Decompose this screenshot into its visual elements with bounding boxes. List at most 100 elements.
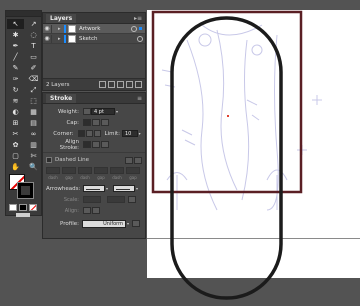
round-cap-button[interactable] [92,119,100,126]
layer-name[interactable]: Sketch [79,36,137,42]
gradient-button[interactable] [19,204,27,211]
symbol-sprayer-tool[interactable]: ✿ [7,140,24,150]
start-scale-input[interactable] [83,196,101,203]
free-transform-tool[interactable]: ⬚ [25,96,42,106]
sketch-artwork [161,24,322,211]
rotate-tool[interactable]: ↻ [7,85,24,95]
lasso-tool[interactable]: ◌ [25,30,42,40]
align-stroke-label: Align Stroke: [59,138,79,151]
arrow-tip-beyond-button[interactable] [83,207,91,214]
magic-wand-tool[interactable]: ✱ [7,30,24,40]
dash-align-button[interactable] [134,156,142,164]
visibility-eye-icon[interactable]: ◉ [43,25,51,33]
profile-dropdown-icon[interactable]: ▾ [127,221,131,226]
layer-row-sketch[interactable]: ◉ ▸ Sketch [43,34,145,44]
column-graph-tool[interactable]: ▥ [25,140,42,150]
stroke-tab[interactable]: Stroke [46,93,77,103]
pencil-tool[interactable]: ✐ [25,63,42,73]
weight-stepper[interactable] [83,108,91,115]
slice-tool[interactable]: ✄ [25,151,42,161]
screen-mode-button[interactable] [16,213,30,217]
scale-tool[interactable]: ⤢ [25,85,42,95]
layer-row-artwork[interactable]: ◉ ▸ Artwork [43,24,145,34]
eraser-tool[interactable]: ⌫ [25,74,42,84]
layer-name[interactable]: Artwork [79,26,131,32]
weight-dropdown-icon[interactable]: ▾ [116,109,120,114]
create-sublayer-button[interactable] [117,81,124,88]
artboard-tool[interactable]: ▢ [7,151,24,161]
gap-field[interactable]: gap [126,167,140,180]
dropdown-icon[interactable]: ▾ [106,186,110,191]
align-inside-button[interactable] [92,141,100,148]
layers-panel-menu-icon[interactable]: ▸≡ [134,15,142,22]
align-outside-button[interactable] [101,141,109,148]
projecting-cap-button[interactable] [101,119,109,126]
lock-toggle[interactable] [51,34,58,43]
dash-field[interactable]: dash [46,167,60,180]
rectangle-tool[interactable]: ▭ [25,52,42,62]
direct-selection-tool[interactable]: ↗ [25,19,42,29]
target-circle-icon[interactable] [131,25,137,32]
locate-object-button[interactable] [99,81,106,88]
mesh-tool[interactable]: ⊞ [7,118,24,128]
capsule-shape[interactable] [170,16,283,300]
none-button[interactable] [29,204,37,211]
stroke-panel-menu-icon[interactable]: ≡ [137,95,142,102]
profile-select[interactable]: Uniform [82,219,126,228]
selection-tool[interactable]: ↖ [7,19,24,29]
align-center-button[interactable] [83,141,91,148]
gap-field[interactable]: gap [94,167,108,180]
zoom-tool[interactable]: 🔍 [25,162,42,172]
gap-field[interactable]: gap [62,167,76,180]
limit-stepper-icon[interactable]: ▾ [139,131,142,136]
layers-panel-header: Layers ▸≡ [43,13,145,24]
profile-label: Profile: [60,220,79,227]
shape-builder-tool[interactable]: ◐ [7,107,24,117]
bevel-join-button[interactable] [93,130,101,137]
make-clipping-mask-button[interactable] [108,81,115,88]
tool-grid: ↖ ↗ ✱ ◌ ✒ T ╱ ▭ ✎ ✐ ✑ ⌫ ↻ ⤢ ≋ ⬚ ◐ ▦ ⊞ ▤ ✂ ∞ ✿ ▥ ▢ ✄ ✋ 🔍 [6,17,41,174]
stroke-swatch[interactable] [17,182,34,199]
artwork-canvas[interactable] [147,10,360,306]
color-button[interactable] [9,204,17,211]
arrowheads-label: Arrowheads: [46,185,81,192]
type-tool[interactable]: T [25,41,42,51]
line-tool[interactable]: ╱ [7,52,24,62]
perspective-grid-tool[interactable]: ▦ [25,107,42,117]
end-scale-input[interactable] [107,196,125,203]
round-join-button[interactable] [85,130,93,137]
weight-input[interactable]: 4 pt [91,108,115,115]
dropdown-icon[interactable]: ▾ [136,186,140,191]
dash-preserve-button[interactable] [125,156,133,164]
layer-color-bar [64,34,66,43]
miter-join-button[interactable] [77,130,85,137]
limit-input[interactable]: 10 [122,130,138,137]
dash-field[interactable]: dash [110,167,124,180]
profile-row: Profile: Uniform ▾ [43,218,145,229]
corner-row: Corner: Limit: 10 ▾ [43,128,145,139]
link-scale-button[interactable] [128,196,136,203]
delete-layer-button[interactable] [135,81,142,88]
flip-along-button[interactable] [132,220,140,227]
new-layer-button[interactable] [126,81,133,88]
hand-tool[interactable]: ✋ [7,162,24,172]
blob-brush-tool[interactable]: ✑ [7,74,24,84]
blend-tool[interactable]: ∞ [25,129,42,139]
dashed-line-checkbox[interactable] [46,157,52,163]
width-tool[interactable]: ≋ [7,96,24,106]
stroke-panel: Stroke ≡ Weight: 4 pt ▾ Cap: Corner: Lim… [42,92,146,239]
lock-toggle[interactable] [51,24,58,33]
end-arrowhead-select[interactable] [113,185,135,192]
layers-tab[interactable]: Layers [46,13,77,23]
visibility-eye-icon[interactable]: ◉ [43,35,51,43]
eyedropper-tool[interactable]: ✂ [7,129,24,139]
selection-indicator[interactable] [139,27,142,30]
paintbrush-tool[interactable]: ✎ [7,63,24,73]
pen-tool[interactable]: ✒ [7,41,24,51]
gradient-tool[interactable]: ▤ [25,118,42,128]
butt-cap-button[interactable] [83,119,91,126]
start-arrowhead-select[interactable] [83,185,105,192]
arrow-tip-at-end-button[interactable] [92,207,100,214]
target-circle-icon[interactable] [137,35,143,42]
dash-field[interactable]: dash [78,167,92,180]
